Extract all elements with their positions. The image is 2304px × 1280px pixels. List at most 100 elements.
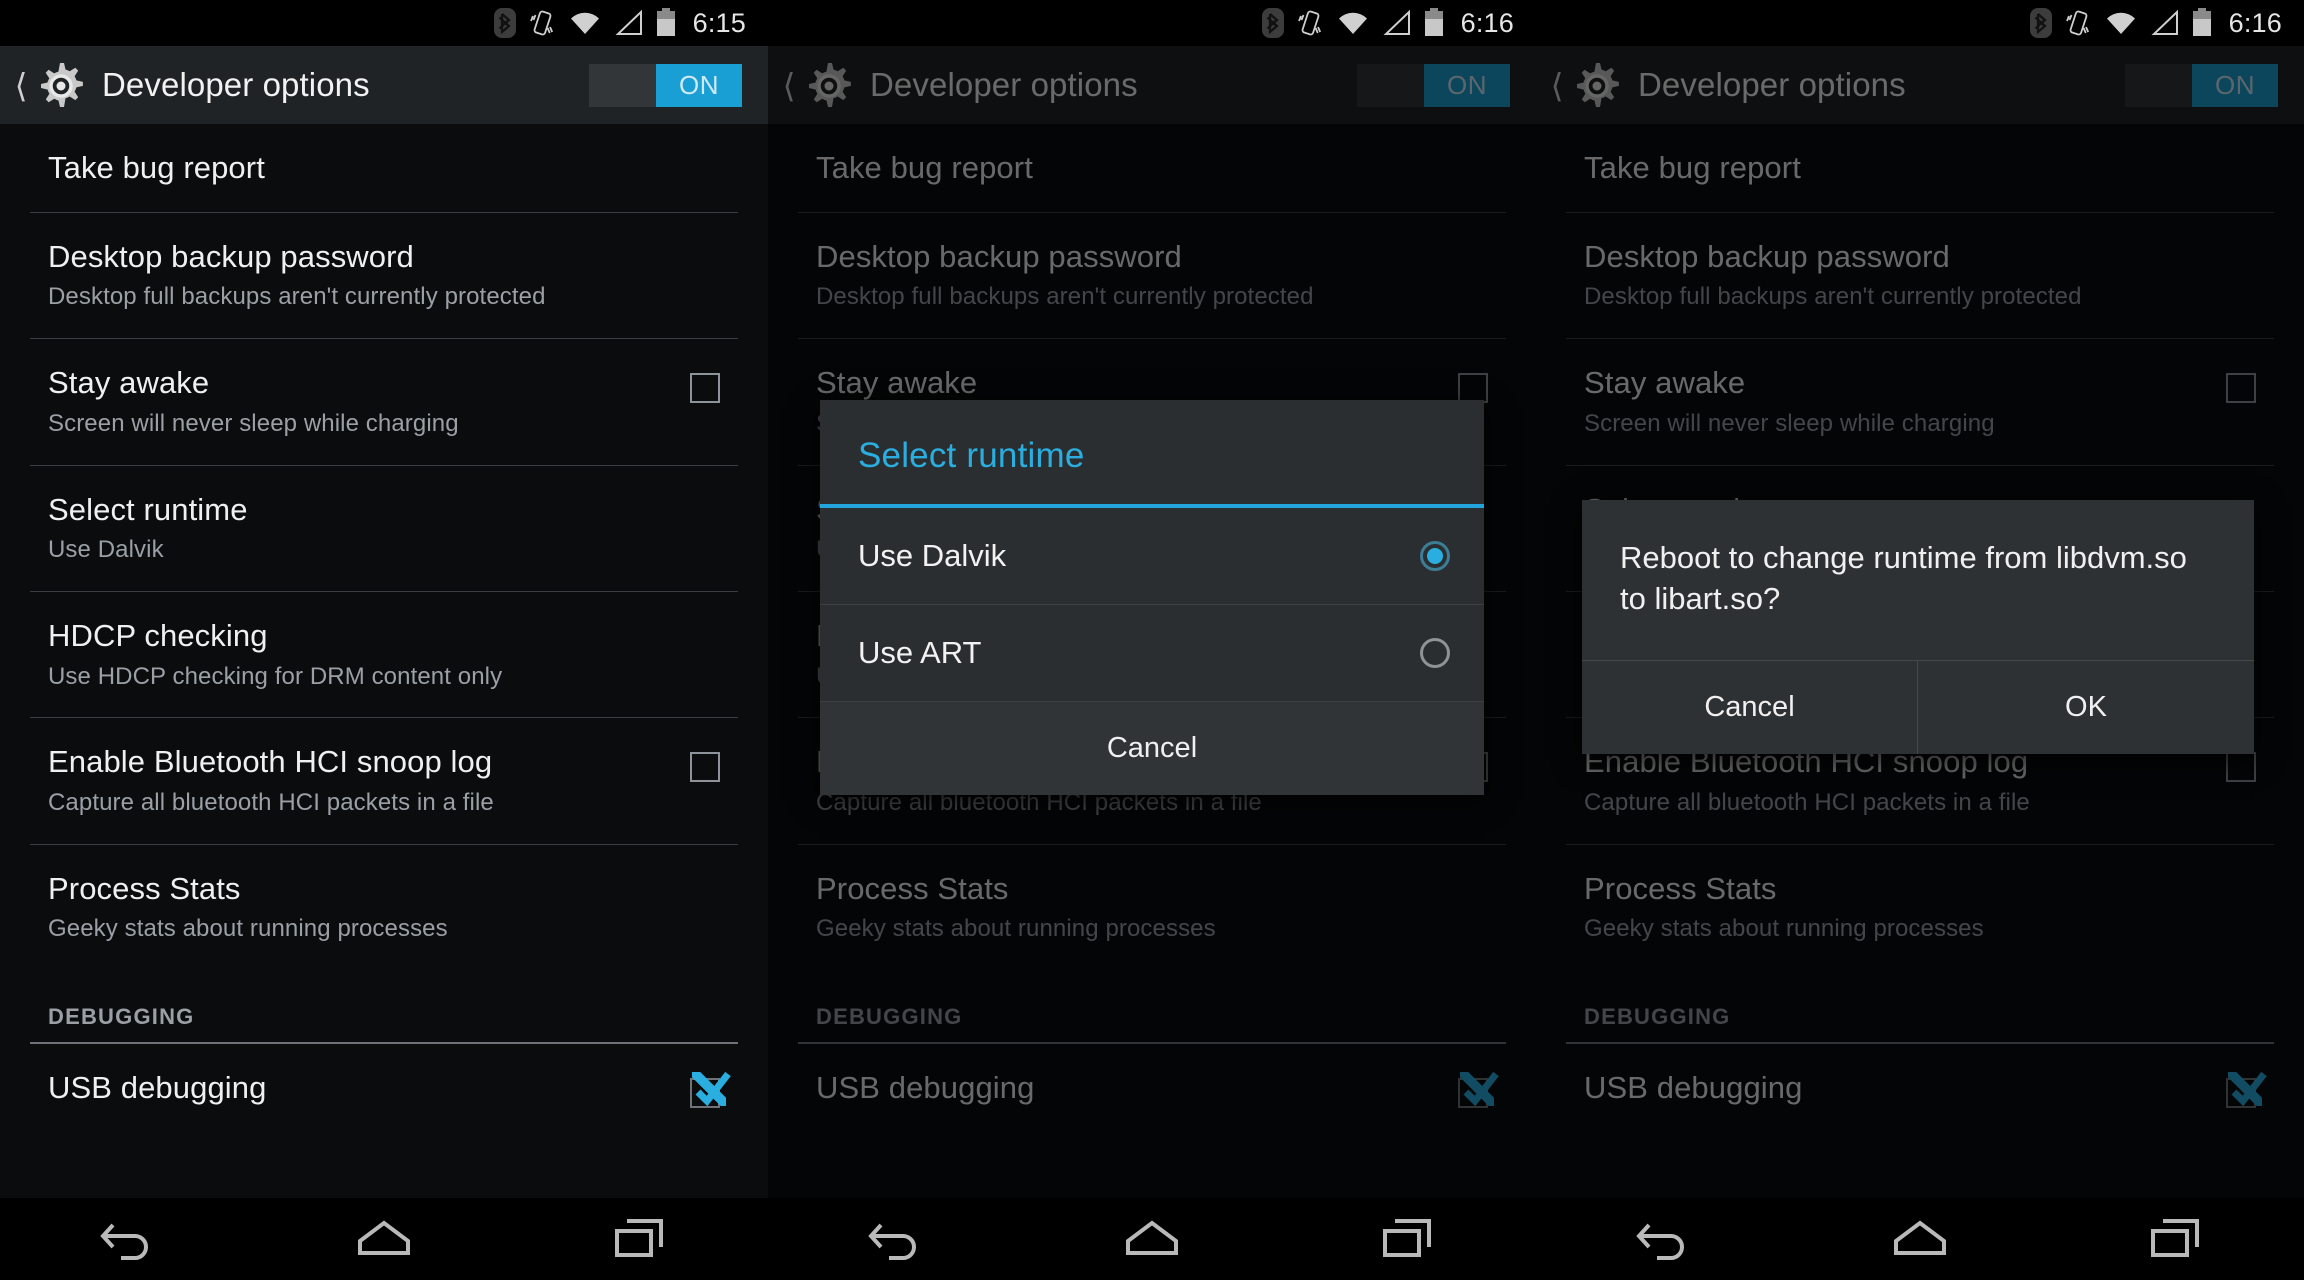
status-bar-clock: 6:16	[2228, 7, 2282, 38]
item-title: Stay awake	[1584, 365, 1746, 401]
list-item[interactable]: Desktop backup password Desktop full bac…	[1536, 213, 2304, 338]
checkmark-icon	[1463, 1072, 1499, 1107]
item-subtitle: Desktop full backups aren't currently pr…	[816, 283, 1314, 311]
radio-dalvik[interactable]	[1420, 541, 1450, 571]
vibrate-icon	[2065, 8, 2091, 38]
reboot-confirm-dialog: Reboot to change runtime from libdvm.so …	[1582, 500, 2254, 754]
list-item[interactable]: Take bug report	[0, 124, 768, 212]
toggle-label: ON	[2192, 63, 2278, 107]
developer-options-toggle[interactable]: ON	[1357, 63, 1510, 107]
radio-art[interactable]	[1420, 638, 1450, 668]
cellular-signal-icon	[2151, 10, 2179, 36]
select-runtime-dialog: Select runtime Use Dalvik Use ART Cancel	[820, 400, 1484, 795]
item-title: Process Stats	[1584, 870, 1777, 906]
list-item[interactable]: Take bug report	[768, 124, 1536, 212]
item-title: USB debugging	[48, 1070, 267, 1106]
item-title: Desktop backup password	[48, 238, 414, 274]
stay-awake-checkbox[interactable]	[690, 373, 720, 404]
section-header-debugging: DEBUGGING	[48, 1004, 195, 1030]
back-chevron-icon[interactable]: ⟨	[8, 69, 34, 102]
checkmark-icon	[2231, 1072, 2267, 1107]
list-item[interactable]: Desktop backup password Desktop full bac…	[768, 213, 1536, 338]
usb-debugging-checkbox[interactable]	[690, 1072, 731, 1109]
recents-icon[interactable]	[565, 1198, 715, 1280]
home-icon[interactable]	[1077, 1198, 1227, 1280]
list-item[interactable]: Process Stats Geeky stats about running …	[0, 845, 768, 970]
list-item[interactable]: USB debugging	[0, 1044, 768, 1134]
back-icon[interactable]	[821, 1198, 971, 1280]
dialog-header: Select runtime	[820, 400, 1484, 508]
status-bar-clock: 6:16	[1460, 7, 1514, 38]
list-item[interactable]: HDCP checking Use HDCP checking for DRM …	[0, 592, 768, 717]
battery-icon	[656, 8, 676, 38]
list-item[interactable]: Stay awake Screen will never sleep while…	[1536, 339, 2304, 464]
list-item[interactable]: USB debugging	[1536, 1044, 2304, 1134]
section-header-debugging: DEBUGGING	[1584, 1004, 1731, 1030]
vibrate-icon	[1297, 8, 1323, 38]
navigation-bar	[0, 1198, 768, 1280]
developer-options-toggle[interactable]: ON	[2125, 63, 2278, 107]
section-header-debugging: DEBUGGING	[816, 1004, 963, 1030]
bluetooth-snoop-checkbox[interactable]	[690, 752, 720, 783]
item-title: Select runtime	[48, 491, 248, 527]
runtime-option-dalvik[interactable]: Use Dalvik	[820, 508, 1484, 605]
gear-icon	[802, 59, 854, 111]
bluetooth-snoop-checkbox[interactable]	[2226, 752, 2256, 783]
item-subtitle: Geeky stats about running processes	[1584, 915, 1984, 943]
action-bar: ⟨ Developer options ON	[1536, 46, 2304, 124]
home-icon[interactable]	[1845, 1198, 1995, 1280]
developer-options-toggle[interactable]: ON	[589, 63, 742, 107]
back-chevron-icon[interactable]: ⟨	[1544, 69, 1570, 102]
battery-icon	[1424, 8, 1444, 38]
stay-awake-checkbox[interactable]	[1458, 373, 1488, 404]
navigation-bar	[768, 1198, 1536, 1280]
list-item[interactable]: Enable Bluetooth HCI snoop log Capture a…	[0, 718, 768, 843]
item-title: Take bug report	[48, 150, 265, 185]
list-item[interactable]: Process Stats Geeky stats about running …	[768, 845, 1536, 970]
recents-icon[interactable]	[2101, 1198, 2251, 1280]
stay-awake-checkbox[interactable]	[2226, 373, 2256, 404]
back-icon[interactable]	[53, 1198, 203, 1280]
item-subtitle: Capture all bluetooth HCI packets in a f…	[1584, 789, 2030, 817]
bluetooth-icon	[1261, 8, 1284, 38]
back-chevron-icon[interactable]: ⟨	[776, 69, 802, 102]
page-title: Developer options	[870, 66, 1138, 103]
dialog-buttons: Cancel OK	[1582, 660, 2254, 754]
item-title: USB debugging	[1584, 1070, 1803, 1106]
usb-debugging-checkbox[interactable]	[1458, 1072, 1499, 1109]
screenshot-stage: 6:15 ⟨ Developer options ON Take bug rep…	[0, 0, 2304, 1280]
home-icon[interactable]	[309, 1198, 459, 1280]
dialog-cancel-button[interactable]: Cancel	[820, 702, 1484, 795]
list-item[interactable]: Select runtime Use Dalvik	[0, 466, 768, 591]
status-bar: 6:15	[0, 0, 768, 46]
dialog-message: Reboot to change runtime from libdvm.so …	[1582, 500, 2254, 661]
item-subtitle: Screen will never sleep while charging	[1584, 409, 1995, 437]
checkmark-icon	[695, 1072, 731, 1107]
item-subtitle: Desktop full backups aren't currently pr…	[1584, 283, 2082, 311]
wifi-icon	[1336, 10, 1370, 36]
option-label: Use Dalvik	[858, 538, 1007, 573]
action-bar: ⟨ Developer options ON	[768, 46, 1536, 124]
wifi-icon	[2104, 10, 2138, 36]
settings-list: Take bug report Desktop backup password …	[0, 124, 768, 1220]
action-bar: ⟨ Developer options ON	[0, 46, 768, 124]
list-item[interactable]: Process Stats Geeky stats about running …	[1536, 845, 2304, 970]
list-item[interactable]: Stay awake Screen will never sleep while…	[0, 339, 768, 464]
item-subtitle: Use HDCP checking for DRM content only	[48, 662, 503, 690]
back-icon[interactable]	[1589, 1198, 1739, 1280]
item-subtitle: Use Dalvik	[48, 536, 164, 564]
wifi-icon	[568, 10, 602, 36]
item-subtitle: Desktop full backups aren't currently pr…	[48, 283, 546, 311]
runtime-option-art[interactable]: Use ART	[820, 605, 1484, 702]
list-item[interactable]: Take bug report	[1536, 124, 2304, 212]
reboot-ok-button[interactable]: OK	[1918, 661, 2254, 754]
usb-debugging-checkbox[interactable]	[2226, 1072, 2267, 1109]
vibrate-icon	[529, 8, 555, 38]
toggle-label: ON	[1424, 63, 1510, 107]
recents-icon[interactable]	[1333, 1198, 1483, 1280]
status-bar: 6:16	[768, 0, 1536, 46]
list-item[interactable]: Desktop backup password Desktop full bac…	[0, 213, 768, 338]
list-item[interactable]: USB debugging	[768, 1044, 1536, 1134]
reboot-cancel-button[interactable]: Cancel	[1582, 660, 1918, 754]
dialog-title: Select runtime	[858, 436, 1085, 475]
